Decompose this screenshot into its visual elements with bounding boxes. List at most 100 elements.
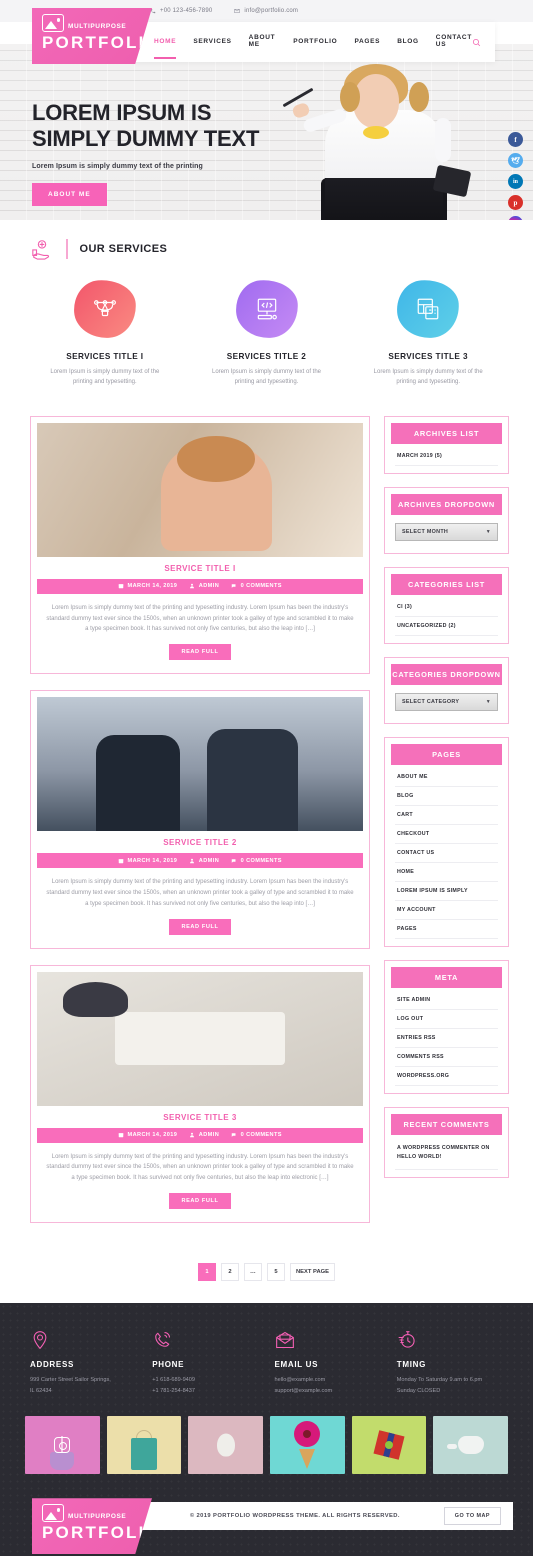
comment-icon — [231, 1133, 236, 1137]
instagram-icon[interactable] — [508, 216, 523, 220]
service-card-1[interactable]: SERVICES TITLE I Lorem Ipsum is simply d… — [24, 277, 186, 388]
post-card-2: SERVICE TITLE 2 MARCH 14, 2019 ADMIN 0 C… — [30, 690, 370, 949]
nav-item-services[interactable]: SERVICES — [193, 38, 231, 47]
nav-item-pages[interactable]: PAGES — [354, 38, 380, 47]
post-excerpt-2: Lorem Ipsum is simply dummy text of the … — [46, 879, 354, 907]
image-placeholder-icon — [42, 1504, 64, 1523]
read-full-button-1[interactable]: READ FULL — [169, 644, 231, 661]
calendar-icon — [118, 584, 124, 589]
page-link-my-account[interactable]: MY ACCOUNT — [395, 901, 498, 920]
gallery-item-flower-cone[interactable] — [270, 1416, 345, 1475]
hero-subtitle: Lorem Ipsum is simply dummy text of the … — [32, 162, 203, 170]
archives-month-select[interactable]: SELECT MONTH ▼ — [395, 522, 498, 541]
categories-select[interactable]: SELECT CATEGORY ▼ — [395, 692, 498, 711]
meta-link-wordpress-org[interactable]: WORDPRESS.ORG — [395, 1067, 498, 1086]
meta-link-site-admin[interactable]: SITE ADMIN — [395, 991, 498, 1010]
pinterest-icon[interactable]: p — [508, 195, 523, 210]
instagram-gallery — [0, 1396, 533, 1494]
footer-column-email: EMAIL US hello@example.com support@examp… — [275, 1329, 389, 1396]
footer-email-line2[interactable]: support@example.com — [275, 1386, 389, 1397]
open-envelope-icon — [275, 1329, 389, 1353]
pagination-next-page[interactable]: NEXT PAGE — [289, 1262, 336, 1281]
main-navigation: HOME SERVICES ABOUT ME PORTFOLIO PAGES B… — [134, 22, 495, 62]
service-title-1: SERVICES TITLE I — [66, 352, 144, 361]
category-item-uncategorized[interactable]: UNCATEGORIZED (2) — [395, 617, 498, 636]
nav-item-portfolio[interactable]: PORTFOLIO — [293, 38, 337, 47]
heading-divider — [66, 239, 68, 259]
footer-logo[interactable]: MULTIPURPOSE PORTFOLIO — [32, 1498, 152, 1555]
read-full-button-3[interactable]: READ FULL — [169, 1192, 231, 1209]
page-link-about-me[interactable]: ABOUT ME — [395, 768, 498, 787]
topbar-phone[interactable]: +00 123-456-7890 — [150, 8, 212, 14]
page-link-pages[interactable]: PAGES — [395, 920, 498, 939]
post-image-1[interactable] — [37, 422, 363, 557]
page-link-lorem[interactable]: LOREM IPSUM IS SIMPLY — [395, 882, 498, 901]
post-date-3: MARCH 14, 2019 — [118, 1132, 177, 1138]
service-card-3[interactable]: SERVICES TITLE 3 Lorem Ipsum is simply d… — [347, 277, 509, 388]
logo-title: PORTFOLIO — [42, 33, 161, 52]
meta-link-entries-rss[interactable]: ENTRIES RSS — [395, 1029, 498, 1048]
service-icon-blob-3 — [395, 277, 462, 341]
footer-email-line1[interactable]: hello@example.com — [275, 1375, 389, 1386]
gallery-item-gift-box[interactable] — [351, 1416, 427, 1475]
pagination-page-2[interactable]: 2 — [220, 1262, 239, 1281]
meta-link-comments-rss[interactable]: COMMENTS RSS — [395, 1048, 498, 1067]
widget-categories-list: CATEGORIES LIST CI (3) UNCATEGORIZED (2) — [384, 566, 509, 644]
recent-comment-item[interactable]: A WORDPRESS COMMENTER ON HELLO WORLD! — [395, 1138, 498, 1170]
post-comments-3: 0 COMMENTS — [231, 1132, 282, 1138]
post-comments-2: 0 COMMENTS — [231, 858, 282, 864]
post-meta-2: MARCH 14, 2019 ADMIN 0 COMMENTS — [37, 853, 363, 869]
site-header: MULTIPURPOSE PORTFOLIO HOME SERVICES ABO… — [0, 8, 533, 64]
footer-phone-line2[interactable]: +1 781-254-8437 — [152, 1386, 266, 1397]
page-root: +00 123-456-7890 info@portfolio.com MULT… — [0, 0, 533, 1556]
calendar-icon — [118, 858, 124, 863]
go-to-map-button[interactable]: GO TO MAP — [443, 1507, 501, 1526]
page-link-home[interactable]: HOME — [395, 863, 498, 882]
post-title-1[interactable]: SERVICE TITLE I — [37, 557, 363, 579]
service-title-3: SERVICES TITLE 3 — [388, 352, 468, 361]
search-button[interactable] — [472, 38, 481, 47]
pagination-page-1[interactable]: 1 — [197, 1262, 216, 1281]
footer-phone-line1[interactable]: +1 618-689-9409 — [152, 1375, 266, 1386]
nav-item-contact-us[interactable]: CONTACT US — [436, 34, 472, 50]
nav-item-about-me[interactable]: ABOUT ME — [249, 34, 277, 50]
pagination-page-5[interactable]: 5 — [266, 1262, 285, 1281]
topbar-email[interactable]: info@portfolio.com — [234, 8, 298, 14]
footer-timing-line2: Sunday CLOSED — [396, 1387, 441, 1394]
meta-link-log-out[interactable]: LOG OUT — [395, 1010, 498, 1029]
service-card-2[interactable]: SERVICES TITLE 2 Lorem Ipsum is simply d… — [186, 277, 348, 388]
post-image-3[interactable] — [37, 971, 363, 1106]
facebook-icon[interactable]: f — [508, 132, 523, 147]
footer-column-address: ADDRESS 999 Carter Street Sailor Springs… — [30, 1329, 144, 1396]
logo-tagline: MULTIPURPOSE — [68, 23, 127, 30]
gallery-item-egg[interactable] — [188, 1416, 264, 1475]
post-image-2[interactable] — [37, 697, 363, 832]
twitter-icon[interactable]: 🕊 — [508, 153, 523, 168]
read-full-button-2[interactable]: READ FULL — [169, 918, 231, 935]
post-title-2[interactable]: SERVICE TITLE 2 — [37, 831, 363, 853]
footer-title-email: EMAIL US — [274, 1359, 319, 1369]
service-text-1: Lorem Ipsum is simply dummy text of the … — [50, 369, 160, 385]
page-link-checkout[interactable]: CHECKOUT — [395, 825, 498, 844]
user-icon — [190, 858, 195, 863]
gallery-item-shopping-bag[interactable] — [106, 1416, 182, 1475]
gallery-item-cupcake[interactable] — [25, 1416, 100, 1475]
archives-item[interactable]: MARCH 2019 (5) — [395, 447, 498, 466]
service-text-3: Lorem Ipsum is simply dummy text of the … — [373, 369, 483, 385]
page-link-blog[interactable]: BLOG — [395, 787, 498, 806]
nav-item-blog[interactable]: BLOG — [397, 38, 419, 47]
gallery-item-teapot[interactable] — [433, 1416, 509, 1475]
post-comments-1: 0 COMMENTS — [231, 583, 282, 589]
hero-about-me-button[interactable]: ABOUT ME — [32, 182, 107, 206]
stopwatch-icon — [397, 1329, 511, 1353]
category-item-ci[interactable]: CI (3) — [395, 598, 498, 617]
linkedin-icon[interactable]: in — [508, 174, 523, 189]
widget-meta: META SITE ADMIN LOG OUT ENTRIES RSS COMM… — [384, 959, 509, 1094]
post-title-3[interactable]: SERVICE TITLE 3 — [37, 1106, 363, 1128]
topbar-phone-text: +00 123-456-7890 — [160, 8, 213, 14]
page-link-contact-us[interactable]: CONTACT US — [395, 844, 498, 863]
page-link-cart[interactable]: CART — [395, 806, 498, 825]
nav-item-home[interactable]: HOME — [154, 38, 177, 59]
site-logo[interactable]: MULTIPURPOSE PORTFOLIO — [32, 8, 152, 64]
post-date-2: MARCH 14, 2019 — [118, 858, 177, 864]
